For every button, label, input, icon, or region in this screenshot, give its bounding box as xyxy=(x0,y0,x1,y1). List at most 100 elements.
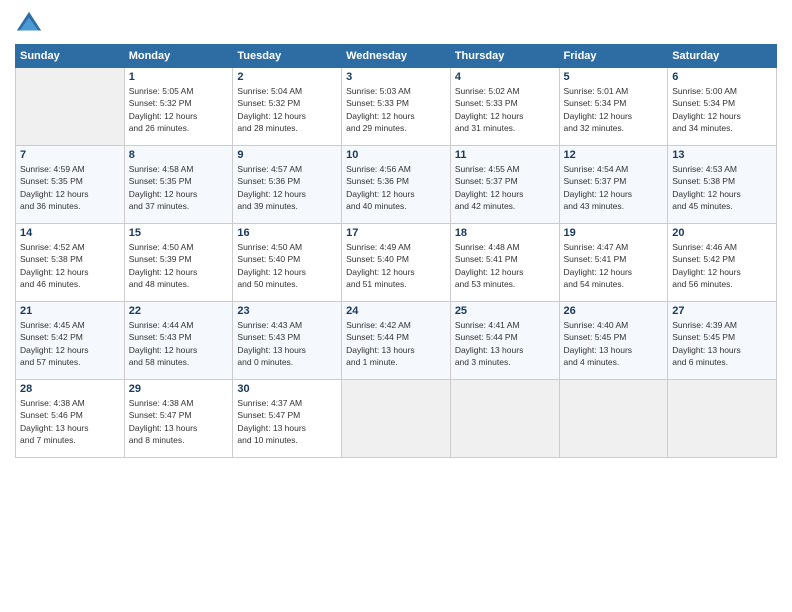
day-info: Sunrise: 4:37 AM Sunset: 5:47 PM Dayligh… xyxy=(237,397,337,446)
calendar-week-row: 7 Sunrise: 4:59 AM Sunset: 5:35 PM Daylig… xyxy=(16,146,777,224)
calendar-cell: 19 Sunrise: 4:47 AM Sunset: 5:41 PM Dayli… xyxy=(559,224,668,302)
calendar-cell: 1 Sunrise: 5:05 AM Sunset: 5:32 PM Daylig… xyxy=(124,68,233,146)
day-number: 6 xyxy=(672,71,772,83)
weekday-header-saturday: Saturday xyxy=(668,45,777,68)
day-number: 7 xyxy=(20,149,120,161)
day-info: Sunrise: 5:05 AM Sunset: 5:32 PM Dayligh… xyxy=(129,85,229,134)
day-info: Sunrise: 5:03 AM Sunset: 5:33 PM Dayligh… xyxy=(346,85,446,134)
weekday-header-row: SundayMondayTuesdayWednesdayThursdayFrid… xyxy=(16,45,777,68)
day-number: 13 xyxy=(672,149,772,161)
day-number: 21 xyxy=(20,305,120,317)
day-number: 15 xyxy=(129,227,229,239)
day-number: 20 xyxy=(672,227,772,239)
calendar-cell xyxy=(559,380,668,458)
day-number: 27 xyxy=(672,305,772,317)
calendar-cell: 11 Sunrise: 4:55 AM Sunset: 5:37 PM Dayli… xyxy=(450,146,559,224)
day-info: Sunrise: 4:57 AM Sunset: 5:36 PM Dayligh… xyxy=(237,163,337,212)
calendar-cell: 6 Sunrise: 5:00 AM Sunset: 5:34 PM Daylig… xyxy=(668,68,777,146)
day-info: Sunrise: 4:59 AM Sunset: 5:35 PM Dayligh… xyxy=(20,163,120,212)
calendar-cell: 20 Sunrise: 4:46 AM Sunset: 5:42 PM Dayli… xyxy=(668,224,777,302)
calendar-cell: 17Sunrise: 4:49 AM Sunset: 5:40 PM Dayli… xyxy=(342,224,451,302)
day-number: 25 xyxy=(455,305,555,317)
calendar-cell: 28Sunrise: 4:38 AM Sunset: 5:46 PM Dayli… xyxy=(16,380,125,458)
weekday-header-wednesday: Wednesday xyxy=(342,45,451,68)
calendar-cell xyxy=(342,380,451,458)
day-info: Sunrise: 4:41 AM Sunset: 5:44 PM Dayligh… xyxy=(455,319,555,368)
weekday-header-thursday: Thursday xyxy=(450,45,559,68)
day-number: 30 xyxy=(237,383,337,395)
day-info: Sunrise: 4:50 AM Sunset: 5:39 PM Dayligh… xyxy=(129,241,229,290)
calendar-cell: 16 Sunrise: 4:50 AM Sunset: 5:40 PM Dayli… xyxy=(233,224,342,302)
calendar-cell: 9Sunrise: 4:57 AM Sunset: 5:36 PM Daylig… xyxy=(233,146,342,224)
calendar-cell: 2Sunrise: 5:04 AM Sunset: 5:32 PM Daylig… xyxy=(233,68,342,146)
logo-icon xyxy=(15,10,43,38)
page: SundayMondayTuesdayWednesdayThursdayFrid… xyxy=(0,0,792,612)
day-info: Sunrise: 4:42 AM Sunset: 5:44 PM Dayligh… xyxy=(346,319,446,368)
calendar-cell: 7 Sunrise: 4:59 AM Sunset: 5:35 PM Daylig… xyxy=(16,146,125,224)
day-number: 22 xyxy=(129,305,229,317)
weekday-header-tuesday: Tuesday xyxy=(233,45,342,68)
day-info: Sunrise: 5:01 AM Sunset: 5:34 PM Dayligh… xyxy=(564,85,664,134)
day-number: 26 xyxy=(564,305,664,317)
calendar-cell: 8Sunrise: 4:58 AM Sunset: 5:35 PM Daylig… xyxy=(124,146,233,224)
day-number: 3 xyxy=(346,71,446,83)
day-number: 11 xyxy=(455,149,555,161)
calendar-cell xyxy=(16,68,125,146)
day-info: Sunrise: 4:39 AM Sunset: 5:45 PM Dayligh… xyxy=(672,319,772,368)
weekday-header-friday: Friday xyxy=(559,45,668,68)
day-number: 23 xyxy=(237,305,337,317)
day-number: 24 xyxy=(346,305,446,317)
calendar-cell: 3 Sunrise: 5:03 AM Sunset: 5:33 PM Daylig… xyxy=(342,68,451,146)
day-info: Sunrise: 4:56 AM Sunset: 5:36 PM Dayligh… xyxy=(346,163,446,212)
day-number: 19 xyxy=(564,227,664,239)
header xyxy=(15,10,777,38)
day-info: Sunrise: 4:55 AM Sunset: 5:37 PM Dayligh… xyxy=(455,163,555,212)
day-number: 14 xyxy=(20,227,120,239)
day-info: Sunrise: 4:38 AM Sunset: 5:46 PM Dayligh… xyxy=(20,397,120,446)
calendar-cell: 25 Sunrise: 4:41 AM Sunset: 5:44 PM Dayli… xyxy=(450,302,559,380)
day-number: 4 xyxy=(455,71,555,83)
day-number: 5 xyxy=(564,71,664,83)
day-number: 16 xyxy=(237,227,337,239)
calendar-cell: 10 Sunrise: 4:56 AM Sunset: 5:36 PM Dayli… xyxy=(342,146,451,224)
day-info: Sunrise: 5:00 AM Sunset: 5:34 PM Dayligh… xyxy=(672,85,772,134)
day-info: Sunrise: 4:52 AM Sunset: 5:38 PM Dayligh… xyxy=(20,241,120,290)
calendar-cell: 13 Sunrise: 4:53 AM Sunset: 5:38 PM Dayli… xyxy=(668,146,777,224)
calendar-cell: 29Sunrise: 4:38 AM Sunset: 5:47 PM Dayli… xyxy=(124,380,233,458)
calendar-week-row: 21 Sunrise: 4:45 AM Sunset: 5:42 PM Dayli… xyxy=(16,302,777,380)
day-number: 12 xyxy=(564,149,664,161)
calendar-cell: 27 Sunrise: 4:39 AM Sunset: 5:45 PM Dayli… xyxy=(668,302,777,380)
calendar-cell: 18 Sunrise: 4:48 AM Sunset: 5:41 PM Dayli… xyxy=(450,224,559,302)
calendar-cell: 23 Sunrise: 4:43 AM Sunset: 5:43 PM Dayli… xyxy=(233,302,342,380)
day-info: Sunrise: 4:45 AM Sunset: 5:42 PM Dayligh… xyxy=(20,319,120,368)
day-info: Sunrise: 4:48 AM Sunset: 5:41 PM Dayligh… xyxy=(455,241,555,290)
calendar-cell: 15 Sunrise: 4:50 AM Sunset: 5:39 PM Dayli… xyxy=(124,224,233,302)
calendar-week-row: 14 Sunrise: 4:52 AM Sunset: 5:38 PM Dayli… xyxy=(16,224,777,302)
calendar-cell: 4 Sunrise: 5:02 AM Sunset: 5:33 PM Daylig… xyxy=(450,68,559,146)
calendar-cell: 12 Sunrise: 4:54 AM Sunset: 5:37 PM Dayli… xyxy=(559,146,668,224)
day-info: Sunrise: 5:02 AM Sunset: 5:33 PM Dayligh… xyxy=(455,85,555,134)
calendar-cell: 21 Sunrise: 4:45 AM Sunset: 5:42 PM Dayli… xyxy=(16,302,125,380)
day-number: 10 xyxy=(346,149,446,161)
day-info: Sunrise: 4:49 AM Sunset: 5:40 PM Dayligh… xyxy=(346,241,446,290)
weekday-header-sunday: Sunday xyxy=(16,45,125,68)
calendar-cell: 26Sunrise: 4:40 AM Sunset: 5:45 PM Dayli… xyxy=(559,302,668,380)
day-info: Sunrise: 5:04 AM Sunset: 5:32 PM Dayligh… xyxy=(237,85,337,134)
calendar-cell xyxy=(668,380,777,458)
calendar-cell: 14 Sunrise: 4:52 AM Sunset: 5:38 PM Dayli… xyxy=(16,224,125,302)
day-info: Sunrise: 4:53 AM Sunset: 5:38 PM Dayligh… xyxy=(672,163,772,212)
day-info: Sunrise: 4:46 AM Sunset: 5:42 PM Dayligh… xyxy=(672,241,772,290)
calendar-cell: 5 Sunrise: 5:01 AM Sunset: 5:34 PM Daylig… xyxy=(559,68,668,146)
calendar-week-row: 28Sunrise: 4:38 AM Sunset: 5:46 PM Dayli… xyxy=(16,380,777,458)
day-number: 29 xyxy=(129,383,229,395)
day-number: 8 xyxy=(129,149,229,161)
day-info: Sunrise: 4:54 AM Sunset: 5:37 PM Dayligh… xyxy=(564,163,664,212)
day-info: Sunrise: 4:47 AM Sunset: 5:41 PM Dayligh… xyxy=(564,241,664,290)
day-info: Sunrise: 4:50 AM Sunset: 5:40 PM Dayligh… xyxy=(237,241,337,290)
day-number: 18 xyxy=(455,227,555,239)
calendar-cell xyxy=(450,380,559,458)
day-info: Sunrise: 4:43 AM Sunset: 5:43 PM Dayligh… xyxy=(237,319,337,368)
calendar-table: SundayMondayTuesdayWednesdayThursdayFrid… xyxy=(15,44,777,458)
day-number: 1 xyxy=(129,71,229,83)
calendar-week-row: 1 Sunrise: 5:05 AM Sunset: 5:32 PM Daylig… xyxy=(16,68,777,146)
